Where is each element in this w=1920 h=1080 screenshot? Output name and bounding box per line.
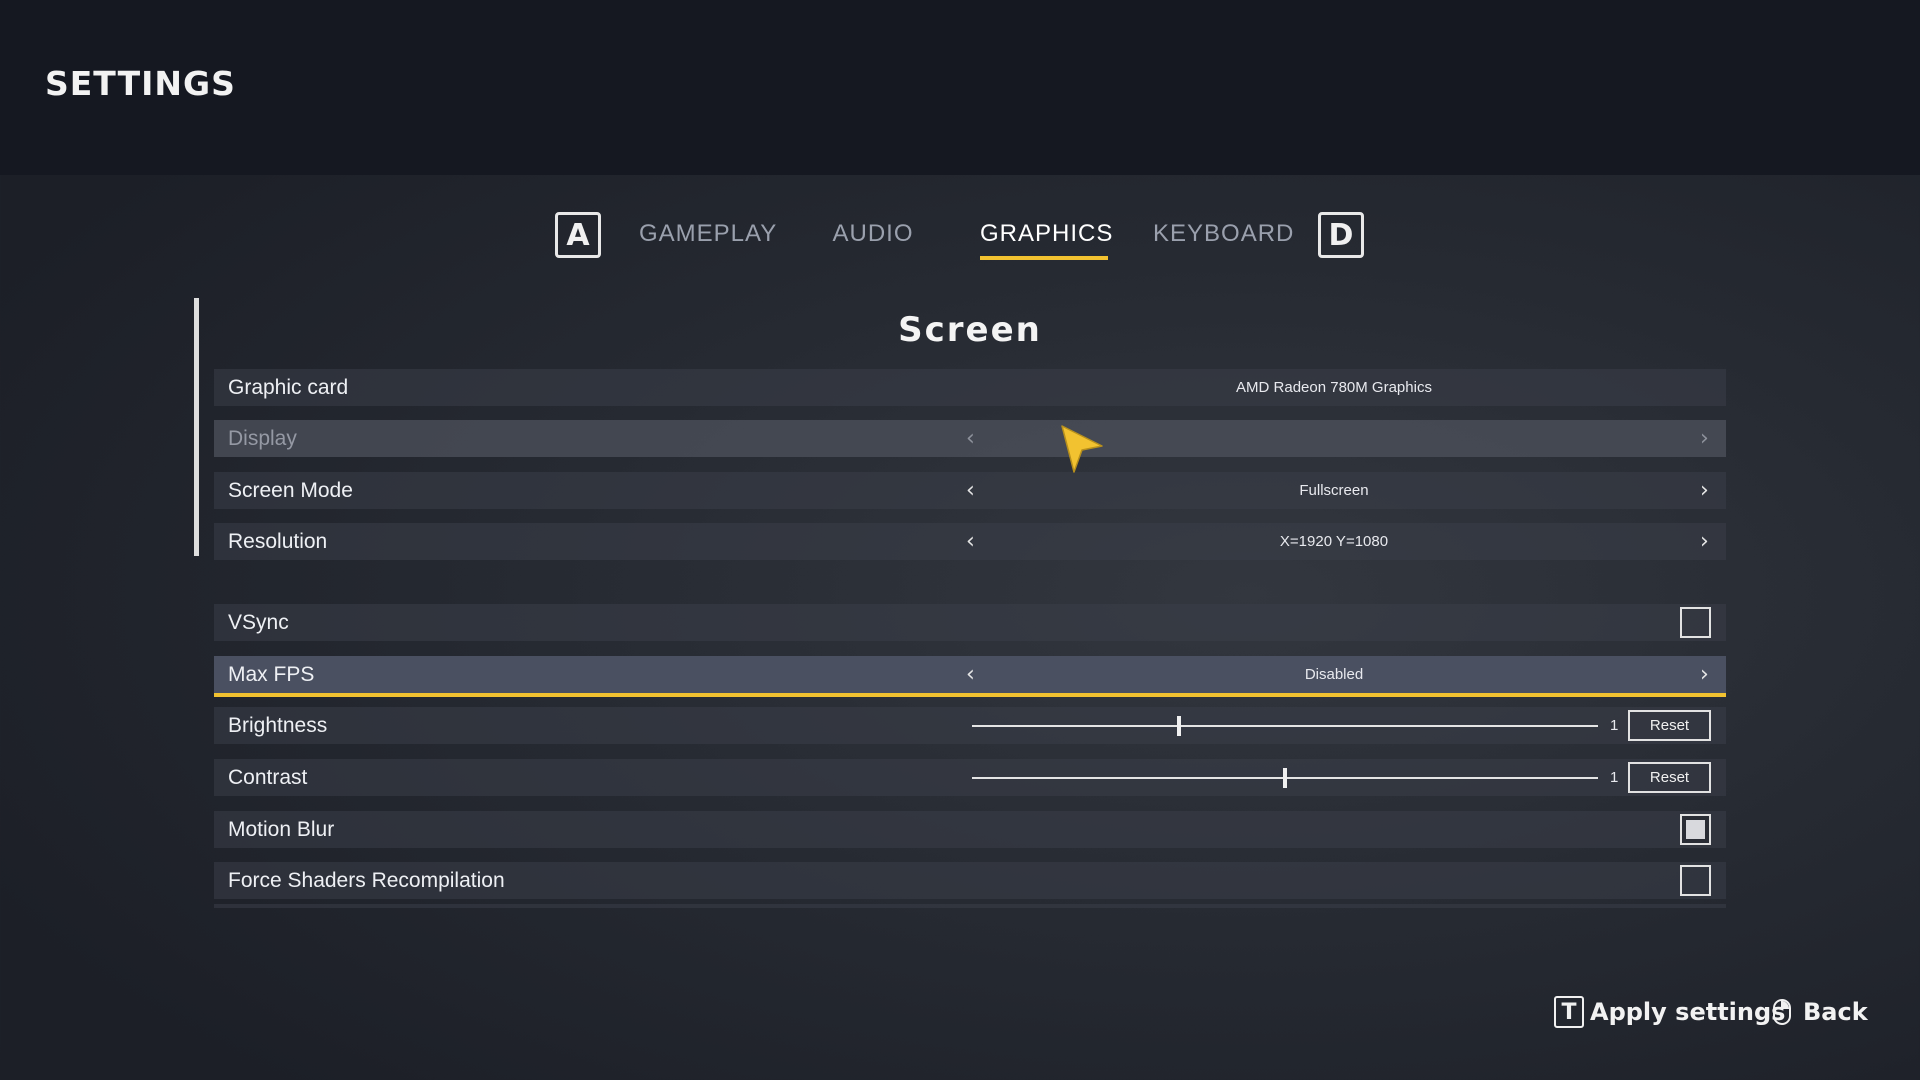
slider-handle[interactable] xyxy=(1176,716,1181,736)
section-title: Screen xyxy=(898,310,1042,350)
resolution-value: X=1920 Y=1080 xyxy=(1279,533,1389,550)
footer-actions: T Apply settings Back xyxy=(0,996,1920,1036)
graphic-card-value: AMD Radeon 780M Graphics xyxy=(1236,379,1432,396)
row-label: Force Shaders Recompilation xyxy=(228,869,505,892)
active-tab-indicator xyxy=(980,256,1108,260)
row-vsync[interactable]: VSync xyxy=(214,604,1726,641)
row-label: Max FPS xyxy=(228,663,315,686)
contrast-slider[interactable] xyxy=(972,768,1598,788)
slider-handle[interactable] xyxy=(1283,768,1287,788)
chevron-right-icon[interactable]: › xyxy=(1700,529,1709,554)
chevron-right-icon[interactable]: › xyxy=(1700,426,1709,451)
tab-graphics[interactable]: GRAPHICS xyxy=(980,220,1112,248)
tab-gameplay[interactable]: GAMEPLAY xyxy=(639,220,776,248)
row-label: Display xyxy=(228,427,297,450)
row-label: Contrast xyxy=(228,766,308,789)
row-label: Graphic card xyxy=(228,376,349,399)
prev-tab-key[interactable]: A xyxy=(555,212,601,258)
row-display[interactable]: Display ‹ › xyxy=(214,420,1726,457)
brightness-reset-button[interactable]: Reset xyxy=(1628,710,1711,741)
brightness-value: 1 xyxy=(1610,717,1619,734)
top-bar xyxy=(0,0,1920,175)
row-screen-mode[interactable]: Screen Mode ‹ Fullscreen › xyxy=(214,472,1726,509)
apply-key-icon: T xyxy=(1554,996,1584,1028)
chevron-right-icon[interactable]: › xyxy=(1700,662,1709,687)
tab-audio[interactable]: AUDIO xyxy=(823,220,923,248)
tab-keyboard[interactable]: KEYBOARD xyxy=(1153,220,1293,248)
row-max-fps[interactable]: Max FPS ‹ Disabled › xyxy=(214,656,1726,697)
list-end-divider xyxy=(214,904,1726,908)
motion-blur-checkbox[interactable] xyxy=(1680,814,1711,845)
vsync-checkbox[interactable] xyxy=(1680,607,1711,638)
page-title: SETTINGS xyxy=(45,64,236,103)
row-label: VSync xyxy=(228,611,289,634)
row-motion-blur[interactable]: Motion Blur xyxy=(214,811,1726,848)
row-brightness[interactable]: Brightness 1 Reset xyxy=(214,707,1726,744)
screen-mode-value: Fullscreen xyxy=(1299,482,1369,499)
row-force-shaders[interactable]: Force Shaders Recompilation xyxy=(214,862,1726,899)
contrast-reset-button[interactable]: Reset xyxy=(1628,762,1711,793)
apply-settings-button[interactable]: Apply settings xyxy=(1590,998,1785,1026)
chevron-right-icon[interactable]: › xyxy=(1700,478,1709,503)
brightness-slider[interactable] xyxy=(972,716,1598,736)
row-label: Brightness xyxy=(228,714,328,737)
row-resolution[interactable]: Resolution ‹ X=1920 Y=1080 › xyxy=(214,523,1726,560)
next-tab-key[interactable]: D xyxy=(1318,212,1364,258)
row-label: Screen Mode xyxy=(228,479,353,502)
row-label: Motion Blur xyxy=(228,818,335,841)
contrast-value: 1 xyxy=(1610,769,1619,786)
mouse-icon xyxy=(1773,999,1791,1025)
force-shaders-checkbox[interactable] xyxy=(1680,865,1711,896)
back-button[interactable]: Back xyxy=(1803,998,1868,1026)
row-label: Resolution xyxy=(228,530,328,553)
cursor-pointer-icon xyxy=(1061,425,1103,473)
chevron-left-icon[interactable]: ‹ xyxy=(966,426,975,451)
row-contrast[interactable]: Contrast 1 Reset xyxy=(214,759,1726,796)
max-fps-value: Disabled xyxy=(1304,666,1364,683)
row-graphic-card: Graphic card AMD Radeon 780M Graphics xyxy=(214,369,1726,406)
